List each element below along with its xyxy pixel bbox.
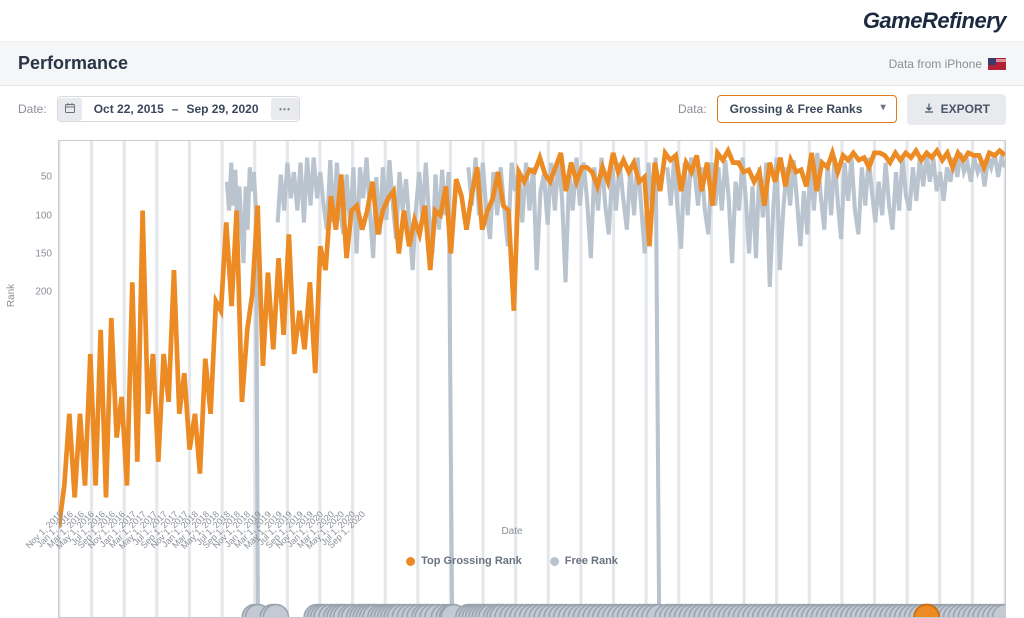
x-axis-title: Date — [501, 526, 522, 537]
chart-legend: Top Grossing Rank Free Rank — [406, 555, 618, 567]
y-axis-ticks: 50100150200 — [18, 140, 56, 473]
legend-dot-icon — [406, 557, 415, 566]
y-axis-title: Rank — [6, 284, 17, 307]
legend-item[interactable]: Top Grossing Rank — [406, 555, 522, 567]
brand-logo: GameRefinery — [863, 8, 1006, 34]
legend-label: Top Grossing Rank — [421, 555, 522, 567]
date-label: Date: — [18, 102, 47, 116]
us-flag-icon — [988, 58, 1006, 70]
date-range-picker[interactable]: Oct 22, 2015 – Sep 29, 2020 ⋯ — [57, 96, 300, 122]
export-button[interactable]: EXPORT — [907, 94, 1006, 125]
download-icon — [923, 102, 935, 117]
chart-container: Rank 50100150200 Nov 1, 2015Jan 1, 2016M… — [18, 140, 1006, 555]
controls-row: Date: Oct 22, 2015 – Sep 29, 2020 ⋯ Data… — [0, 86, 1024, 132]
top-bar: GameRefinery — [0, 0, 1024, 42]
data-label: Data: — [678, 102, 707, 116]
export-label: EXPORT — [941, 102, 990, 116]
data-source-label: Data from iPhone — [889, 57, 1006, 71]
x-axis-ticks: Nov 1, 2015Jan 1, 2016Mar 1, 2016May 1, … — [58, 473, 1006, 519]
data-source-text: Data from iPhone — [889, 57, 982, 71]
data-select-value: Grossing & Free Ranks — [730, 102, 863, 116]
date-from: Oct 22, 2015 — [94, 102, 164, 116]
calendar-icon — [58, 98, 82, 121]
title-bar: Performance Data from iPhone — [0, 42, 1024, 86]
page-title: Performance — [18, 53, 128, 74]
legend-dot-icon — [550, 557, 559, 566]
date-separator: – — [172, 102, 179, 116]
legend-item[interactable]: Free Rank — [550, 555, 618, 567]
legend-label: Free Rank — [565, 555, 618, 567]
date-more-icon[interactable]: ⋯ — [271, 98, 299, 120]
date-to: Sep 29, 2020 — [186, 102, 258, 116]
data-select[interactable]: Grossing & Free Ranks — [717, 95, 897, 123]
